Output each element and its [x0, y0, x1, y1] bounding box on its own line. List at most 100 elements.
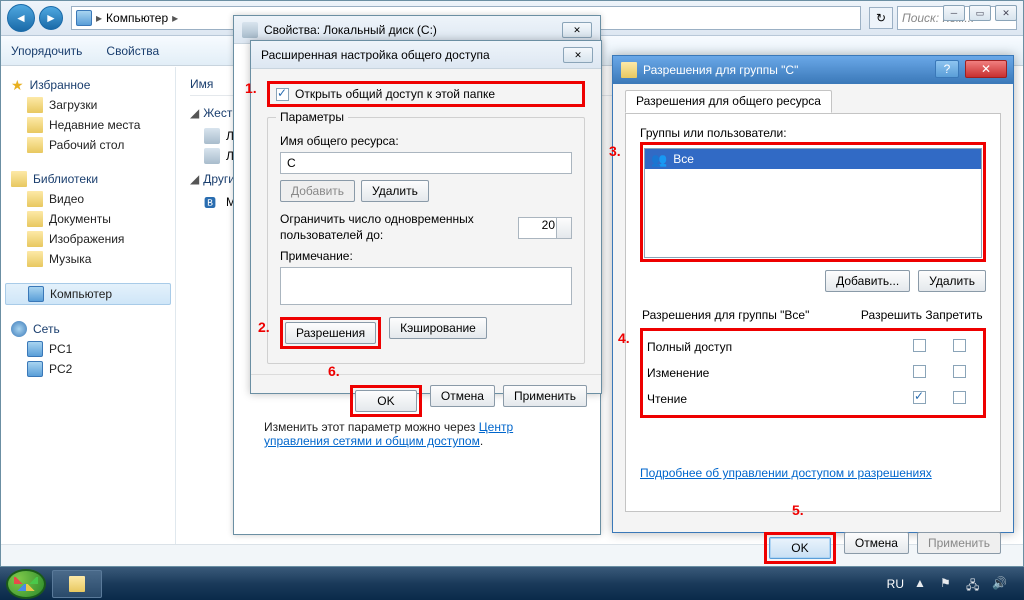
sidebar-item-recent[interactable]: Недавние места [1, 115, 175, 135]
add-share-button[interactable]: Добавить [280, 180, 355, 202]
tray-flag-icon[interactable]: ▲ [914, 576, 930, 592]
refresh-button[interactable]: ↻ [869, 7, 893, 29]
computer-icon [28, 286, 44, 302]
folder-icon [27, 231, 43, 247]
col-deny: Запретить [924, 308, 984, 326]
taskbar-explorer-button[interactable] [52, 570, 102, 598]
annotation-4: 3. [609, 143, 621, 159]
sidebar-favorites-head[interactable]: ★Избранное [1, 75, 175, 95]
deny-full-checkbox[interactable] [953, 339, 966, 352]
deny-read-checkbox[interactable] [953, 391, 966, 404]
breadcrumb[interactable]: Компьютер [106, 11, 168, 25]
close-button[interactable]: ✕ [965, 60, 1007, 78]
tab-share-permissions[interactable]: Разрешения для общего ресурса [625, 90, 832, 113]
note-label: Примечание: [280, 249, 572, 263]
system-tray: RU ▲ ⚑ 🖧 🔊 [887, 576, 1018, 592]
add-group-button[interactable]: Добавить... [825, 270, 910, 292]
apply-button[interactable]: Применить [917, 532, 1001, 554]
allow-full-checkbox[interactable] [913, 339, 926, 352]
sidebar-item-music[interactable]: Музыка [1, 249, 175, 269]
learn-more-link[interactable]: Подробнее об управлении доступом и разре… [640, 466, 932, 480]
bluetooth-icon: 🅱 [204, 194, 220, 210]
sidebar-item-pc2[interactable]: PC2 [1, 359, 175, 379]
share-folder-checkbox[interactable] [276, 88, 289, 101]
permissions-table: Разрешения для группы "Все"РазрешитьЗапр… [640, 306, 986, 328]
folder-icon [27, 251, 43, 267]
minimize-button[interactable]: ─ [943, 5, 965, 21]
advanced-sharing-dialog: Расширенная настройка общего доступа ✕ О… [250, 40, 602, 394]
libraries-icon [11, 171, 27, 187]
folder-icon [27, 137, 43, 153]
col-allow: Разрешить [861, 308, 922, 326]
folder-icon [27, 97, 43, 113]
organize-menu[interactable]: Упорядочить [11, 44, 82, 58]
group-item-all[interactable]: 👥Все [645, 149, 981, 169]
chevron-right-icon: ▸ [172, 11, 178, 25]
sidebar-item-documents[interactable]: Документы [1, 209, 175, 229]
start-button[interactable] [6, 569, 46, 599]
nav-forward-button[interactable]: ► [39, 6, 63, 30]
limit-label: Ограничить число одновременных пользоват… [280, 212, 508, 243]
sidebar-item-desktop[interactable]: Рабочий стол [1, 135, 175, 155]
network-icon [11, 321, 27, 337]
apply-button[interactable]: Применить [503, 385, 587, 407]
perm-row-full: Полный доступ [647, 335, 979, 359]
sidebar-network-head[interactable]: Сеть [1, 319, 175, 339]
folder-icon [621, 62, 637, 78]
chevron-right-icon: ▸ [96, 11, 102, 25]
permissions-title: Разрешения для группы "C" [643, 63, 798, 77]
permissions-button[interactable]: Разрешения [285, 322, 376, 344]
params-legend: Параметры [276, 110, 348, 124]
perm-row-change: Изменение [647, 361, 979, 385]
folder-icon [27, 211, 43, 227]
share-name-input[interactable] [280, 152, 572, 174]
maximize-button[interactable]: ▭ [969, 5, 991, 21]
remove-share-button[interactable]: Удалить [361, 180, 429, 202]
folder-icon [27, 191, 43, 207]
note-textarea[interactable] [280, 267, 572, 305]
properties-title: Свойства: Локальный диск (C:) [264, 23, 437, 37]
drive-icon [204, 148, 220, 164]
users-icon: 👥 [651, 153, 667, 166]
deny-change-checkbox[interactable] [953, 365, 966, 378]
caching-button[interactable]: Кэширование [389, 317, 487, 339]
sidebar-item-video[interactable]: Видео [1, 189, 175, 209]
folder-icon [69, 576, 85, 592]
annotation-5: 4. [618, 330, 630, 346]
perms-for-label: Разрешения для группы "Все" [642, 308, 859, 326]
remove-group-button[interactable]: Удалить [918, 270, 986, 292]
sidebar-item-computer[interactable]: Компьютер [5, 283, 171, 305]
groups-listbox[interactable]: 👥Все [644, 148, 982, 258]
allow-change-checkbox[interactable] [913, 365, 926, 378]
tray-network-icon[interactable]: 🖧 [966, 576, 982, 592]
properties-menu[interactable]: Свойства [106, 44, 159, 58]
perm-row-read: Чтение [647, 387, 979, 411]
nav-back-button[interactable]: ◄ [7, 4, 35, 32]
close-button[interactable]: ✕ [995, 5, 1017, 21]
tray-volume-icon[interactable]: 🔊 [992, 576, 1008, 592]
cancel-button[interactable]: Отмена [844, 532, 909, 554]
ok-button[interactable]: OK [769, 537, 831, 559]
share-folder-label: Открыть общий доступ к этой папке [295, 87, 495, 101]
allow-read-checkbox[interactable] [913, 391, 926, 404]
cancel-button[interactable]: Отмена [430, 385, 495, 407]
drive-icon [242, 22, 258, 38]
share-folder-row: Открыть общий доступ к этой папке [267, 81, 585, 107]
sidebar-libraries-head[interactable]: Библиотеки [1, 169, 175, 189]
groups-label: Группы или пользователи: [640, 126, 986, 140]
close-button[interactable]: ✕ [563, 47, 593, 63]
limit-spinner[interactable]: 20 [518, 217, 572, 239]
close-button[interactable]: ✕ [562, 22, 592, 38]
sidebar-item-pc1[interactable]: PC1 [1, 339, 175, 359]
ok-button[interactable]: OK [355, 390, 417, 412]
tray-action-center-icon[interactable]: ⚑ [940, 576, 956, 592]
help-button[interactable]: ? [935, 60, 959, 78]
permissions-dialog: Разрешения для группы "C" ? ✕ Разрешения… [612, 55, 1014, 533]
sidebar-item-pictures[interactable]: Изображения [1, 229, 175, 249]
computer-icon [76, 10, 92, 26]
annotation-1: 1. [245, 80, 257, 96]
computer-icon [27, 361, 43, 377]
language-indicator[interactable]: RU [887, 577, 904, 591]
sidebar-item-downloads[interactable]: Загрузки [1, 95, 175, 115]
annotation-3: 6. [328, 363, 340, 379]
